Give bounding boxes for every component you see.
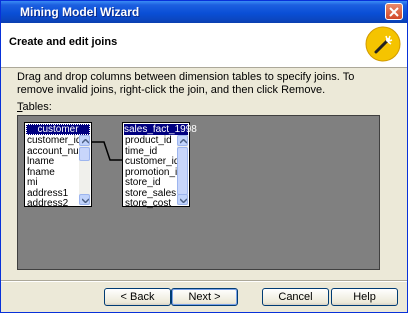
tables-label-text: ables:	[22, 101, 52, 113]
wizard-window: Mining Model Wizard Create and edit join…	[0, 0, 408, 313]
help-button[interactable]: Help	[331, 288, 398, 306]
scroll-down-button[interactable]	[79, 194, 90, 205]
tables-label: Tables:	[17, 101, 52, 113]
instructions-text: Drag and drop columns between dimension …	[17, 71, 355, 96]
chevron-down-icon	[180, 198, 187, 203]
wizard-header: Create and edit joins	[1, 23, 407, 68]
magic-wand-icon	[365, 26, 401, 62]
next-button[interactable]: Next >	[171, 288, 238, 306]
table-customer[interactable]: customer customer_id account_num lname f…	[24, 122, 92, 209]
back-button[interactable]: < Back	[104, 288, 171, 306]
button-separator	[1, 280, 407, 282]
scroll-thumb[interactable]	[177, 147, 188, 195]
scroll-thumb[interactable]	[79, 147, 90, 161]
cancel-button[interactable]: Cancel	[262, 288, 329, 306]
join-line[interactable]	[92, 140, 122, 164]
chevron-down-icon	[82, 198, 89, 203]
table-title[interactable]: sales_fact_1998	[124, 124, 197, 135]
chevron-up-icon	[180, 139, 187, 144]
vertical-scrollbar[interactable]	[177, 135, 188, 205]
page-title: Create and edit joins	[9, 36, 118, 48]
column-list: product_id time_id customer_id promotion…	[125, 135, 183, 210]
column-item[interactable]: store_cost	[125, 198, 183, 210]
column-item[interactable]: customer_id	[125, 156, 183, 168]
column-item[interactable]: product_id	[125, 135, 183, 147]
vertical-scrollbar[interactable]	[79, 135, 90, 205]
table-title[interactable]: customer	[26, 124, 90, 135]
chevron-up-icon	[82, 139, 89, 144]
join-diagram-canvas[interactable]: customer customer_id account_num lname f…	[17, 115, 380, 270]
scroll-up-button[interactable]	[79, 135, 90, 146]
window-title: Mining Model Wizard	[20, 5, 140, 19]
close-button[interactable]	[385, 3, 403, 20]
column-item[interactable]: store_id	[125, 177, 183, 189]
scroll-down-button[interactable]	[177, 194, 188, 205]
scroll-up-button[interactable]	[177, 135, 188, 146]
close-icon	[389, 7, 399, 17]
title-bar[interactable]: Mining Model Wizard	[1, 1, 407, 23]
table-sales-fact-1998[interactable]: sales_fact_1998 product_id time_id custo…	[122, 122, 197, 210]
